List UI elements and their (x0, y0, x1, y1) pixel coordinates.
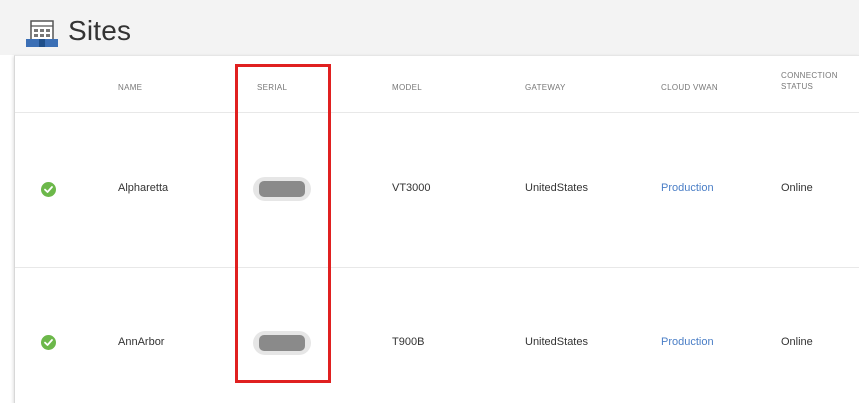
cloud-vwan-link[interactable]: Production (661, 182, 714, 194)
column-header-connection-status-line1: CONNECTION (781, 71, 838, 80)
redaction-block (259, 335, 305, 351)
building-icon (26, 20, 58, 47)
column-header-cloud-vwan[interactable]: CLOUD VWAN (661, 82, 718, 93)
check-circle-icon (41, 182, 56, 197)
check-mark (44, 186, 53, 193)
column-header-gateway[interactable]: GATEWAY (525, 82, 566, 93)
column-header-connection-status-line2: STATUS (781, 82, 814, 91)
header-divider (15, 112, 859, 113)
redaction-block (259, 181, 305, 197)
site-name[interactable]: Alpharetta (118, 182, 168, 194)
column-header-model[interactable]: MODEL (392, 82, 422, 93)
connection-status: Online (781, 182, 813, 194)
column-header-name[interactable]: NAME (118, 82, 142, 93)
cloud-vwan-link[interactable]: Production (661, 336, 714, 348)
check-circle-icon (41, 335, 56, 350)
site-model: VT3000 (392, 182, 431, 194)
page-title: Sites (68, 15, 132, 46)
site-gateway: UnitedStates (525, 336, 588, 348)
serial-redacted (253, 177, 311, 201)
site-gateway: UnitedStates (525, 182, 588, 194)
site-name[interactable]: AnnArbor (118, 336, 164, 348)
check-mark (44, 339, 53, 346)
column-header-connection-status[interactable]: CONNECTION STATUS (781, 70, 838, 92)
sites-table: NAME SERIAL MODEL GATEWAY CLOUD VWAN CON… (14, 55, 859, 403)
sites-page: Sites NAME SERIAL MODEL GATEWAY CLOUD VW… (0, 0, 859, 403)
connection-status: Online (781, 336, 813, 348)
page-header: Sites (0, 0, 859, 55)
row-divider (15, 267, 859, 268)
serial-redacted (253, 331, 311, 355)
column-header-serial[interactable]: SERIAL (257, 82, 287, 93)
site-model: T900B (392, 336, 425, 348)
